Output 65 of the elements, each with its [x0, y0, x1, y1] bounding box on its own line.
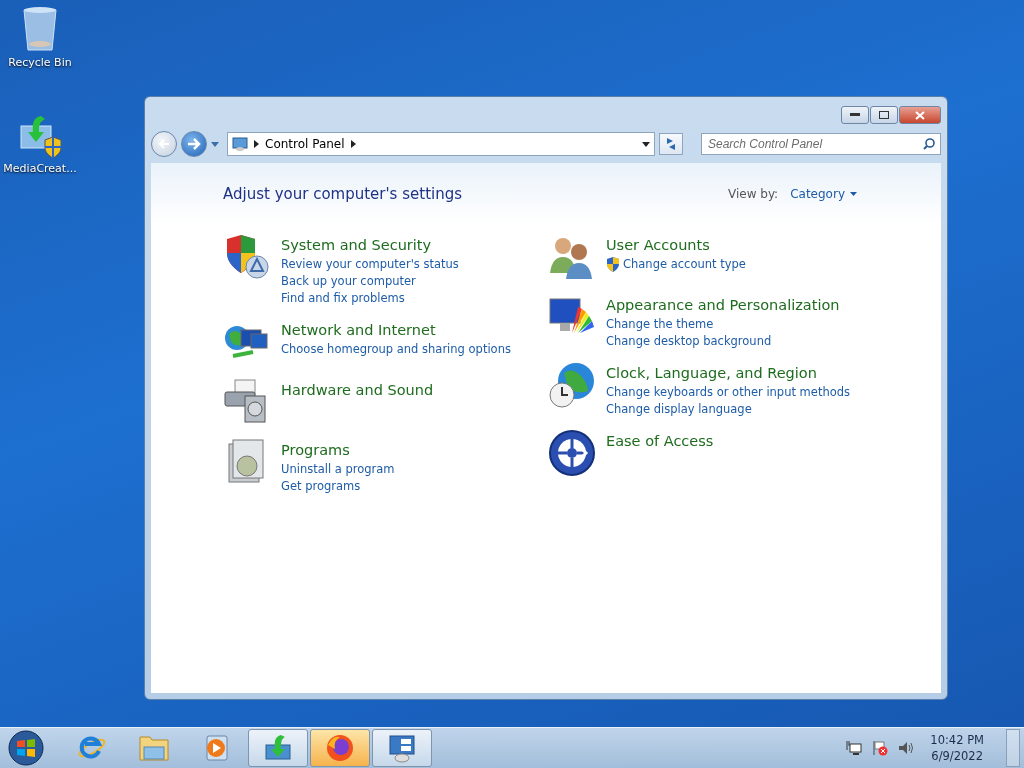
- task-link[interactable]: Uninstall a program: [281, 461, 395, 477]
- windows-logo-icon: [8, 730, 44, 766]
- task-link[interactable]: Change display language: [606, 401, 752, 417]
- breadcrumb[interactable]: Control Panel: [265, 137, 345, 151]
- refresh-icon: [664, 137, 678, 151]
- maximize-icon: [879, 111, 889, 119]
- maximize-button[interactable]: [870, 106, 898, 124]
- download-arrow-icon: [263, 733, 293, 763]
- forward-arrow-icon: [187, 138, 201, 150]
- chevron-icon: [254, 140, 259, 148]
- view-by-dropdown[interactable]: Category: [790, 187, 857, 201]
- task-link[interactable]: Change the theme: [606, 316, 714, 332]
- taskbar-button[interactable]: [372, 729, 432, 767]
- task-link[interactable]: Change account type: [623, 256, 746, 272]
- close-button[interactable]: [899, 106, 941, 124]
- category-link[interactable]: System and Security: [281, 237, 459, 253]
- clock-time[interactable]: 10:42 PM: [930, 732, 984, 748]
- caret-icon: [211, 141, 219, 147]
- desktop-icon-label[interactable]: Recycle Bin: [8, 56, 72, 69]
- category-link[interactable]: Clock, Language, and Region: [606, 365, 851, 381]
- clock-date[interactable]: 6/9/2022: [931, 748, 983, 764]
- category-link[interactable]: Network and Internet: [281, 322, 511, 338]
- control-panel-icon: [232, 137, 248, 151]
- shield-icon: [606, 256, 620, 272]
- installer-shield-icon: [19, 116, 61, 158]
- minimize-icon: [850, 113, 860, 117]
- search-icon: [923, 138, 935, 150]
- folder-icon: [138, 733, 170, 763]
- category-link[interactable]: Appearance and Personalization: [606, 297, 840, 313]
- task-link[interactable]: Find and fix problems: [281, 290, 405, 306]
- flag-error-icon[interactable]: [872, 740, 889, 756]
- caret-icon: [642, 141, 650, 147]
- globe-clock-icon: [548, 361, 596, 409]
- back-arrow-icon: [158, 139, 170, 149]
- fox-globe-icon: [325, 733, 355, 763]
- task-link[interactable]: Change desktop background: [606, 333, 772, 349]
- task-link[interactable]: Choose homegroup and sharing options: [281, 341, 511, 357]
- accessibility-icon: [548, 429, 596, 477]
- refresh-button[interactable]: [659, 133, 683, 155]
- desktop-icon-label[interactable]: MediaCreat...: [3, 162, 77, 175]
- category-link[interactable]: Programs: [281, 442, 395, 458]
- speaker-icon[interactable]: [898, 740, 915, 756]
- network-icon[interactable]: [846, 740, 863, 756]
- task-link[interactable]: Review your computer's status: [281, 256, 459, 272]
- history-dropdown[interactable]: [211, 141, 219, 147]
- taskbar-button[interactable]: [310, 729, 370, 767]
- caret-icon: [850, 192, 857, 196]
- category-link[interactable]: Ease of Access: [606, 433, 714, 449]
- view-by-label: View by:: [728, 187, 779, 201]
- trash-bin-icon: [20, 6, 60, 52]
- page-heading: Adjust your computer's settings: [223, 185, 463, 203]
- task-link[interactable]: Change keyboards or other input methods: [606, 384, 851, 400]
- category-link[interactable]: User Accounts: [606, 237, 746, 253]
- back-button[interactable]: [151, 131, 177, 157]
- close-icon: [915, 110, 925, 120]
- task-link[interactable]: Back up your computer: [281, 273, 416, 289]
- minimize-button[interactable]: [841, 106, 869, 124]
- search-field[interactable]: Search Control Panel: [701, 133, 941, 155]
- forward-button[interactable]: [181, 131, 207, 157]
- address-bar[interactable]: Control Panel: [227, 132, 655, 156]
- control-panel-icon: [387, 733, 417, 763]
- task-link[interactable]: Get programs: [281, 478, 361, 494]
- taskbar-button[interactable]: [248, 729, 308, 767]
- chevron-icon: [350, 140, 356, 148]
- category-link[interactable]: Hardware and Sound: [281, 382, 434, 398]
